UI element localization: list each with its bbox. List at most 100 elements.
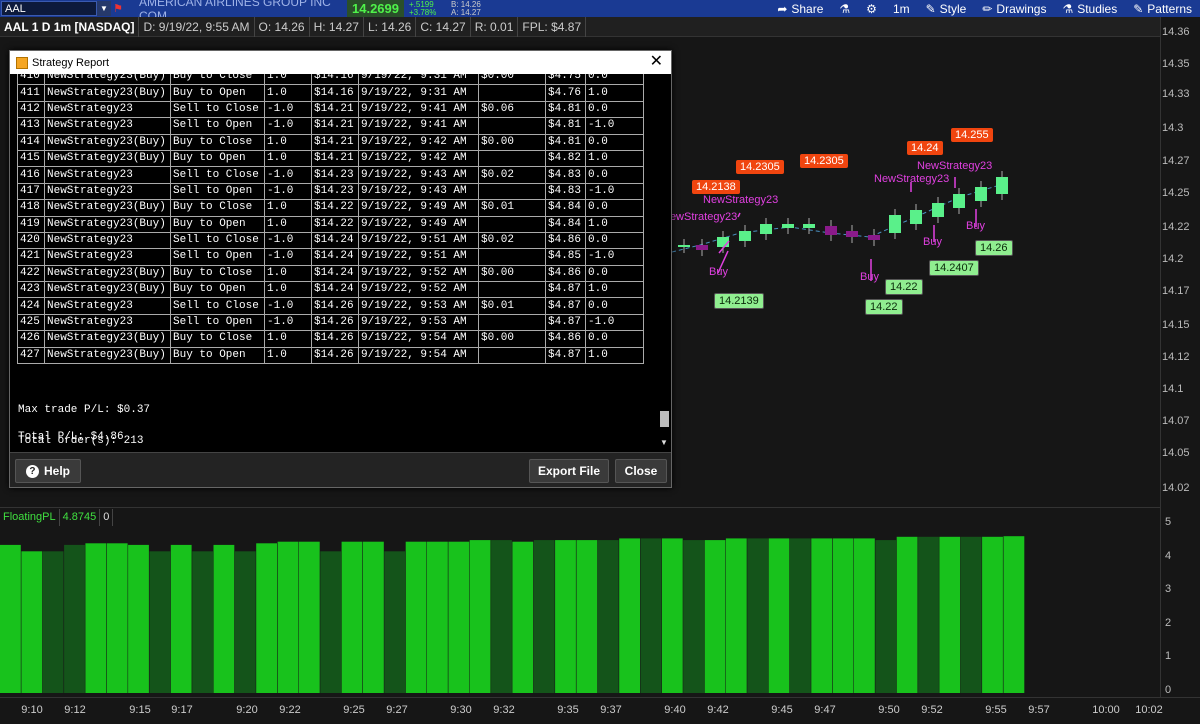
report-cell-time: 9/19/22, 9:53 AM: [358, 313, 479, 332]
report-cell-side: Buy to Open: [170, 84, 265, 102]
report-cell-side: Buy to Close: [170, 133, 265, 151]
style-label: Style: [939, 1, 967, 16]
chart-title: AAL 1 D 1m [NASDAQ]: [0, 16, 140, 37]
help-button[interactable]: ? Help: [15, 459, 81, 483]
report-cell-position: 0.0: [585, 133, 644, 151]
close-button[interactable]: Close: [615, 459, 667, 483]
report-cell-strategy: NewStrategy23: [44, 297, 171, 315]
studies-label: Studies: [1077, 1, 1118, 16]
floatingpl-bar: [939, 536, 961, 693]
report-scrollbar[interactable]: ▼: [660, 411, 669, 451]
report-cell-qty: 1.0: [264, 215, 312, 233]
report-cell-time: 9/19/22, 9:54 AM: [358, 330, 479, 348]
time-axis[interactable]: 9:10 9:12 9:15 9:17 9:20 9:22 9:25 9:27 9:30 9:32…: [0, 697, 1200, 724]
report-cell-position: 0.0: [585, 264, 644, 283]
report-cell-strategy: NewStrategy23: [44, 182, 171, 201]
study-name[interactable]: FloatingPL: [0, 508, 60, 526]
floatingpl-bar: [405, 541, 427, 693]
candle-body: [846, 231, 858, 237]
share-button[interactable]: ➦ Share: [769, 0, 831, 17]
scroll-thumb[interactable]: [660, 411, 669, 427]
floatingpl-bar: [896, 536, 918, 693]
strategy-report-dialog: Strategy Report ✕ 410 NewStrategy23(Buy) B…: [9, 50, 672, 488]
last-price: 14.2699: [347, 0, 404, 17]
patterns-button[interactable]: ✎ Patterns: [1125, 0, 1200, 17]
report-cell-pl: $0.00: [478, 133, 546, 151]
report-cell-time: 9/19/22, 9:31 AM: [358, 84, 479, 102]
report-cell-strategy: NewStrategy23(Buy): [44, 281, 171, 299]
top-toolbar: AAL ▼ ⚑ AMERICAN AIRLINES GROUP INC COM …: [0, 0, 1200, 23]
floatingpl-histogram[interactable]: [0, 526, 1160, 697]
report-row: 423 NewStrategy23(Buy) Buy to Open 1.0 $14.2…: [17, 281, 644, 299]
report-cell-strategy: NewStrategy23(Buy): [44, 330, 171, 348]
style-button[interactable]: ✎ Style: [918, 0, 975, 17]
candle-body: [868, 235, 880, 240]
time-tick: 9:12: [64, 704, 86, 716]
bar-range: R: 0.01: [471, 16, 519, 37]
report-cell-fpl: $4.85: [545, 248, 586, 266]
time-tick: 9:27: [386, 704, 408, 716]
help-label: Help: [43, 464, 70, 478]
strategy-label: NewStrategy23: [662, 211, 738, 223]
percent-change: +3.78%: [409, 7, 437, 17]
signal-arrow: [737, 212, 741, 218]
study-tick: 1: [1165, 650, 1172, 662]
report-row: 410 NewStrategy23(Buy) Buy to Close 1.0 $14.…: [17, 74, 644, 86]
scroll-down-icon[interactable]: ▼: [660, 438, 668, 447]
report-cell-fpl: $4.81: [545, 117, 586, 135]
candle-body: [760, 224, 772, 234]
price-scale[interactable]: 14.36 14.35 14.33 14.3 14.27 14.25 14.22 14.2 14…: [1160, 17, 1200, 507]
report-cell-side: Sell to Close: [170, 166, 265, 184]
timeframe-label: 1m: [892, 1, 910, 16]
report-cell-qty: 1.0: [264, 330, 312, 348]
report-row: 412 NewStrategy23 Sell to Close -1.0 $14.21 9…: [17, 100, 644, 119]
report-cell-fpl: $4.75: [545, 74, 586, 86]
report-cell-fpl: $4.87: [545, 313, 586, 332]
floatingpl-bar: [170, 544, 192, 693]
report-row: 418 NewStrategy23(Buy) Buy to Close 1.0 $14.…: [17, 199, 644, 217]
study-scale[interactable]: 5 4 3 2 1 0: [1160, 507, 1200, 697]
floatingpl-bar: [192, 551, 213, 693]
time-tick: 9:22: [279, 704, 301, 716]
floatingpl-bar: [277, 541, 299, 693]
timeframe-button[interactable]: 1m: [885, 0, 918, 17]
report-cell-side: Buy to Close: [170, 330, 265, 348]
dialog-title: Strategy Report: [32, 56, 110, 69]
sell-price-tag: 14.2305: [800, 154, 848, 168]
report-body[interactable]: 410 NewStrategy23(Buy) Buy to Close 1.0 $14.…: [10, 74, 671, 452]
price-tick: 14.15: [1162, 319, 1190, 331]
sell-price-tag: 14.24: [907, 141, 943, 155]
candle-body: [996, 177, 1008, 194]
report-cell-price: $14.26: [311, 346, 359, 365]
toolbar-actions: ➦ Share ⚗ ⚙ 1m ✎ Style ✏ Drawings ⚗ Studies …: [769, 0, 1200, 17]
floatingpl-bar: [363, 541, 384, 693]
report-row: 424 NewStrategy23 Sell to Close -1.0 $14.26 9…: [17, 297, 644, 315]
report-cell-id: 424: [17, 297, 45, 315]
strategy-label: NewStrategy23: [917, 160, 993, 172]
help-icon: ?: [25, 464, 39, 478]
export-file-button[interactable]: Export File: [529, 459, 609, 483]
report-cell-fpl: $4.82: [545, 149, 586, 168]
floatingpl-bar: [704, 540, 726, 693]
studies-button[interactable]: ⚗ Studies: [1054, 0, 1125, 17]
settings-button[interactable]: ⚙: [858, 0, 885, 17]
report-cell-strategy: NewStrategy23: [44, 117, 171, 135]
report-cell-position: 1.0: [585, 281, 644, 299]
drawings-button[interactable]: ✏ Drawings: [974, 0, 1054, 17]
symbol-input[interactable]: AAL: [1, 1, 97, 16]
report-cell-position: 1.0: [585, 149, 644, 168]
close-icon[interactable]: ✕: [650, 53, 663, 71]
flask-button[interactable]: ⚗: [831, 0, 858, 17]
flag-icon[interactable]: ⚑: [111, 1, 125, 16]
report-cell-side: Buy to Open: [170, 346, 265, 365]
dialog-titlebar[interactable]: Strategy Report ✕: [10, 51, 671, 74]
total-orders: Total order(s): 213: [18, 435, 144, 447]
floatingpl-bar: [128, 544, 149, 693]
report-cell-price: $14.21: [311, 100, 359, 119]
candle-body: [975, 187, 987, 201]
floatingpl-bar: [854, 538, 875, 693]
strategy-label: NewStrategy23: [703, 194, 779, 206]
symbol-dropdown-icon[interactable]: ▼: [97, 1, 111, 16]
histogram-plot: [0, 536, 1025, 693]
buy-label: Buy: [709, 266, 728, 278]
